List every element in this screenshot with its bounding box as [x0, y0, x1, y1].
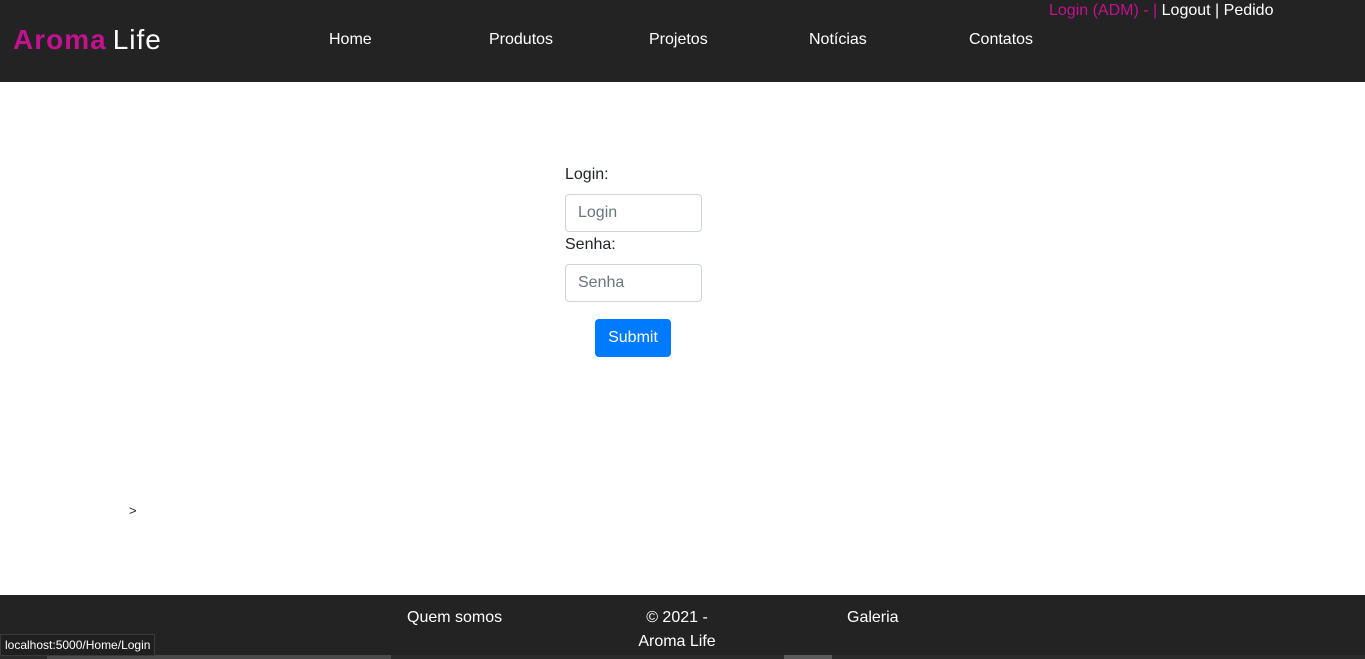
password-label: Senha: — [565, 236, 616, 253]
top-navbar: Aroma Life Home Produtos Projetos Notícia… — [0, 0, 1365, 82]
nav-link-noticias[interactable]: Notícias — [809, 30, 867, 50]
footer-link-gallery[interactable]: Galeria — [847, 608, 899, 628]
scrollbar-thumb-secondary[interactable] — [784, 655, 832, 659]
nav-link-home[interactable]: Home — [329, 30, 372, 50]
footer-link-about[interactable]: Quem somos — [407, 608, 502, 628]
footer: Quem somos © 2021 - Aroma Life Galeria — [0, 595, 1365, 659]
submit-button[interactable]: Submit — [595, 319, 671, 357]
login-input[interactable] — [565, 194, 702, 232]
status-bar-url: localhost:5000/Home/Login — [0, 634, 156, 656]
nav-link-produtos[interactable]: Produtos — [489, 30, 553, 50]
user-menu-separator: | — [1153, 2, 1158, 19]
login-label: Login: — [565, 166, 609, 183]
copyright-line-1: © 2021 - — [646, 609, 708, 626]
login-adm-link[interactable]: Login (ADM) — [1049, 2, 1139, 19]
order-link[interactable]: Pedido — [1224, 2, 1274, 19]
stray-text: > — [129, 503, 137, 518]
brand-logo[interactable]: Aroma Life — [13, 24, 162, 56]
footer-copyright: © 2021 - Aroma Life — [620, 606, 734, 654]
nav-link-contatos[interactable]: Contatos — [969, 30, 1033, 50]
copyright-line-2: Aroma Life — [638, 633, 716, 650]
user-menu-dash: - — [1138, 2, 1154, 19]
password-input[interactable] — [565, 264, 702, 302]
brand-name-life: Life — [112, 24, 162, 55]
logout-link[interactable]: Logout — [1162, 2, 1211, 19]
brand-name-aroma: Aroma — [13, 24, 107, 55]
user-menu-separator-2: | — [1215, 2, 1220, 19]
user-menu: Login (ADM) - | Logout | Pedido — [1049, 2, 1273, 20]
nav-link-projetos[interactable]: Projetos — [649, 30, 708, 50]
